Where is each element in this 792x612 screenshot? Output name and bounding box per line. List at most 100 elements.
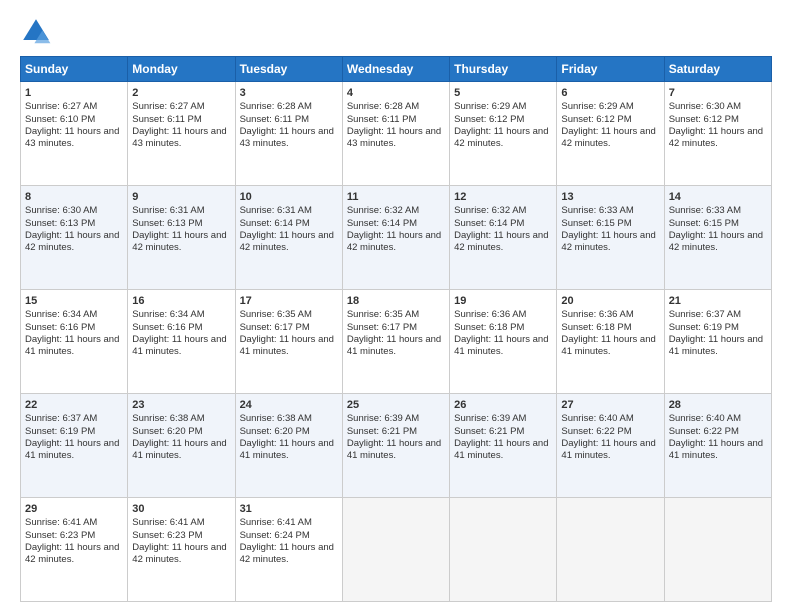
daylight: Daylight: 11 hours and 41 minutes.	[669, 438, 763, 461]
sunset: Sunset: 6:16 PM	[25, 322, 95, 333]
sunrise: Sunrise: 6:30 AM	[669, 101, 741, 112]
calendar-cell: 19Sunrise: 6:36 AM Sunset: 6:18 PMDayligh…	[450, 290, 557, 394]
sunset: Sunset: 6:19 PM	[669, 322, 739, 333]
sunrise: Sunrise: 6:31 AM	[132, 205, 204, 216]
sunset: Sunset: 6:13 PM	[25, 218, 95, 229]
sunset: Sunset: 6:18 PM	[454, 322, 524, 333]
calendar-header-thursday: Thursday	[450, 57, 557, 82]
sunset: Sunset: 6:17 PM	[347, 322, 417, 333]
calendar-header-sunday: Sunday	[21, 57, 128, 82]
sunrise: Sunrise: 6:38 AM	[132, 413, 204, 424]
sunrise: Sunrise: 6:29 AM	[454, 101, 526, 112]
calendar-cell: 21Sunrise: 6:37 AMSunset: 6:19 PMDayligh…	[664, 290, 771, 394]
day-number: 11	[347, 190, 445, 204]
sunrise: Sunrise: 6:28 AM	[347, 101, 419, 112]
calendar-table: SundayMondayTuesdayWednesdayThursdayFrid…	[20, 56, 772, 602]
calendar-cell: 20Sunrise: 6:36 AM Sunset: 6:18 PMDayligh…	[557, 290, 664, 394]
sunset: Sunset: 6:14 PM	[347, 218, 417, 229]
sunset: Sunset: 6:24 PM	[240, 530, 310, 541]
calendar-cell: 15Sunrise: 6:34 AMSunset: 6:16 PMDayligh…	[21, 290, 128, 394]
sunrise: Sunrise: 6:36 AM	[454, 309, 526, 320]
sunrise: Sunrise: 6:37 AM	[25, 413, 97, 424]
day-number: 12	[454, 190, 552, 204]
day-number: 20	[561, 294, 659, 308]
sunrise: Sunrise: 6:40 AM	[669, 413, 741, 424]
day-number: 21	[669, 294, 767, 308]
calendar-cell: 30Sunrise: 6:41 AM Sunset: 6:23 PMDayligh…	[128, 498, 235, 602]
daylight: Daylight: 11 hours and 41 minutes.	[454, 438, 548, 461]
day-number: 17	[240, 294, 338, 308]
sunrise: Sunrise: 6:39 AM	[347, 413, 419, 424]
calendar-header-friday: Friday	[557, 57, 664, 82]
daylight: Daylight: 11 hours and 42 minutes.	[132, 230, 226, 253]
sunrise: Sunrise: 6:37 AM	[669, 309, 741, 320]
sunset: Sunset: 6:17 PM	[240, 322, 310, 333]
calendar-cell: 13Sunrise: 6:33 AMSunset: 6:15 PMDayligh…	[557, 186, 664, 290]
daylight: Daylight: 11 hours and 41 minutes.	[240, 438, 334, 461]
calendar-cell: 2Sunrise: 6:27 AMSunset: 6:11 PMDaylight…	[128, 82, 235, 186]
sunrise: Sunrise: 6:36 AM	[561, 309, 633, 320]
daylight: Daylight: 11 hours and 41 minutes.	[347, 334, 441, 357]
daylight: Daylight: 11 hours and 42 minutes.	[240, 542, 334, 565]
day-number: 27	[561, 398, 659, 412]
sunset: Sunset: 6:10 PM	[25, 114, 95, 125]
calendar-cell: 31Sunrise: 6:41 AMSunset: 6:24 PMDayligh…	[235, 498, 342, 602]
calendar-cell: 10Sunrise: 6:31 AMSunset: 6:14 PMDayligh…	[235, 186, 342, 290]
sunset: Sunset: 6:14 PM	[240, 218, 310, 229]
day-number: 30	[132, 502, 230, 516]
day-number: 16	[132, 294, 230, 308]
calendar-header-tuesday: Tuesday	[235, 57, 342, 82]
sunset: Sunset: 6:16 PM	[132, 322, 202, 333]
day-number: 19	[454, 294, 552, 308]
daylight: Daylight: 11 hours and 42 minutes.	[132, 542, 226, 565]
day-number: 13	[561, 190, 659, 204]
sunset: Sunset: 6:23 PM	[132, 530, 202, 541]
sunrise: Sunrise: 6:41 AM	[240, 517, 312, 528]
daylight: Daylight: 11 hours and 42 minutes.	[25, 542, 119, 565]
page: SundayMondayTuesdayWednesdayThursdayFrid…	[0, 0, 792, 612]
daylight: Daylight: 11 hours and 41 minutes.	[132, 438, 226, 461]
day-number: 24	[240, 398, 338, 412]
sunset: Sunset: 6:13 PM	[132, 218, 202, 229]
sunset: Sunset: 6:11 PM	[240, 114, 310, 125]
sunset: Sunset: 6:18 PM	[561, 322, 631, 333]
sunset: Sunset: 6:15 PM	[561, 218, 631, 229]
sunset: Sunset: 6:12 PM	[669, 114, 739, 125]
sunrise: Sunrise: 6:33 AM	[669, 205, 741, 216]
calendar-week-row: 1Sunrise: 6:27 AMSunset: 6:10 PMDaylight…	[21, 82, 772, 186]
daylight: Daylight: 11 hours and 41 minutes.	[347, 438, 441, 461]
calendar-cell: 26Sunrise: 6:39 AMSunset: 6:21 PMDayligh…	[450, 394, 557, 498]
calendar-header-monday: Monday	[128, 57, 235, 82]
daylight: Daylight: 11 hours and 41 minutes.	[240, 334, 334, 357]
calendar-cell: 29Sunrise: 6:41 AMSunset: 6:23 PMDayligh…	[21, 498, 128, 602]
sunrise: Sunrise: 6:29 AM	[561, 101, 633, 112]
sunset: Sunset: 6:22 PM	[669, 426, 739, 437]
sunset: Sunset: 6:22 PM	[561, 426, 631, 437]
daylight: Daylight: 11 hours and 41 minutes.	[561, 334, 655, 357]
daylight: Daylight: 11 hours and 41 minutes.	[561, 438, 655, 461]
sunrise: Sunrise: 6:32 AM	[347, 205, 419, 216]
sunrise: Sunrise: 6:32 AM	[454, 205, 526, 216]
day-number: 28	[669, 398, 767, 412]
day-number: 8	[25, 190, 123, 204]
daylight: Daylight: 11 hours and 41 minutes.	[454, 334, 548, 357]
sunset: Sunset: 6:20 PM	[132, 426, 202, 437]
daylight: Daylight: 11 hours and 41 minutes.	[25, 438, 119, 461]
day-number: 15	[25, 294, 123, 308]
calendar-cell	[557, 498, 664, 602]
day-number: 3	[240, 86, 338, 100]
daylight: Daylight: 11 hours and 43 minutes.	[25, 126, 119, 149]
day-number: 10	[240, 190, 338, 204]
day-number: 4	[347, 86, 445, 100]
daylight: Daylight: 11 hours and 42 minutes.	[669, 230, 763, 253]
header	[20, 16, 772, 48]
daylight: Daylight: 11 hours and 42 minutes.	[454, 230, 548, 253]
calendar-cell	[342, 498, 449, 602]
daylight: Daylight: 11 hours and 41 minutes.	[25, 334, 119, 357]
daylight: Daylight: 11 hours and 42 minutes.	[561, 230, 655, 253]
calendar-cell: 23Sunrise: 6:38 AMSunset: 6:20 PMDayligh…	[128, 394, 235, 498]
calendar-cell: 11Sunrise: 6:32 AMSunset: 6:14 PMDayligh…	[342, 186, 449, 290]
sunrise: Sunrise: 6:41 AM	[132, 517, 204, 528]
sunset: Sunset: 6:11 PM	[347, 114, 417, 125]
sunset: Sunset: 6:15 PM	[669, 218, 739, 229]
